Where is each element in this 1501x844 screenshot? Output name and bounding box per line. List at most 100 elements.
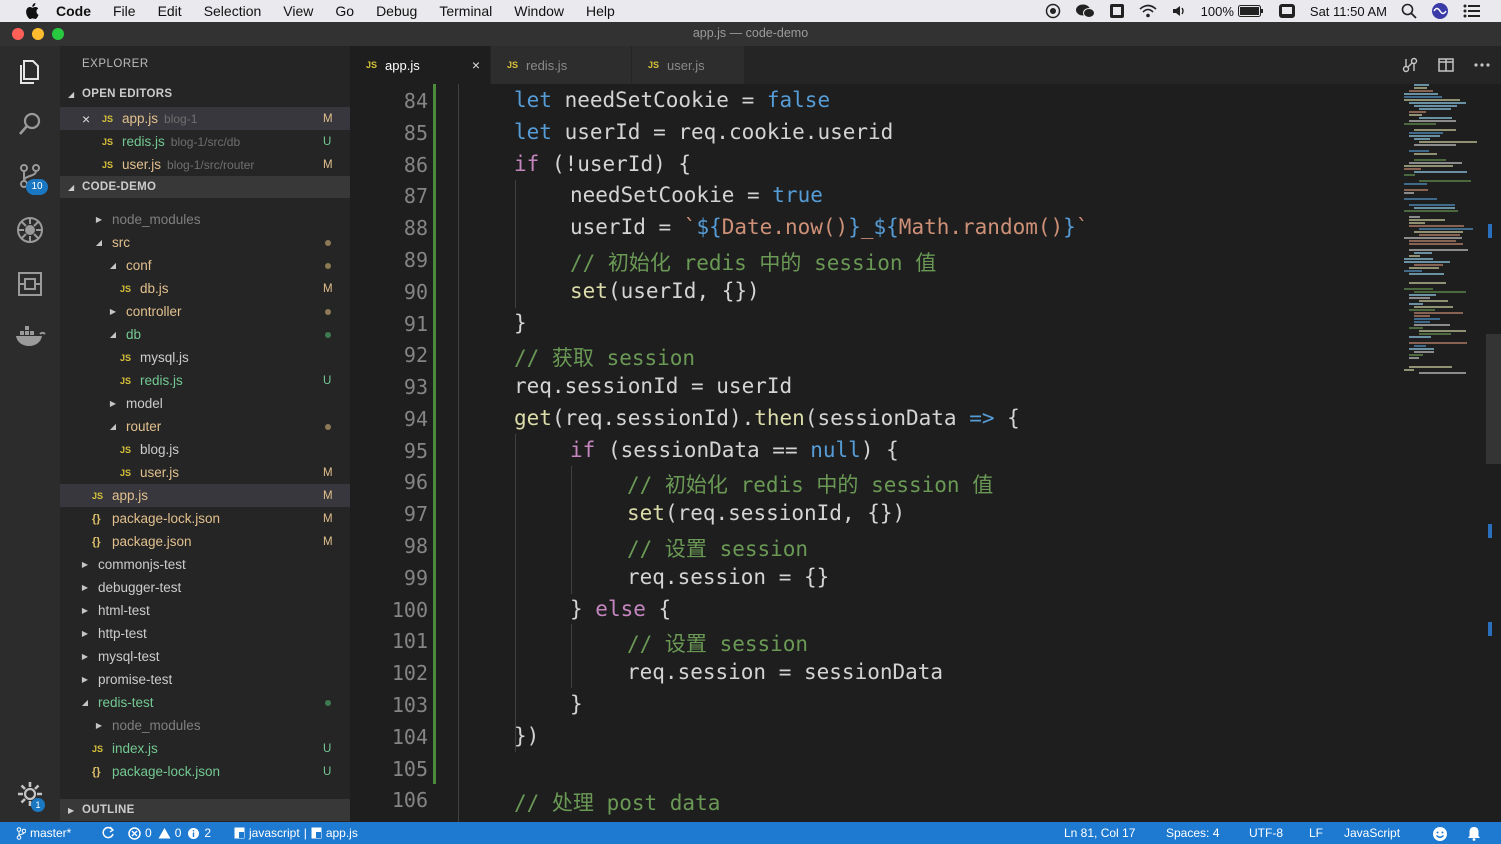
project-label: CODE-DEMO bbox=[82, 181, 157, 193]
tree-folder[interactable]: ◢ redis-test bbox=[60, 691, 350, 714]
language-path-item[interactable]: javascript | app.js bbox=[234, 826, 358, 840]
close-editor-icon[interactable]: × bbox=[82, 111, 102, 127]
tab-user-js[interactable]: JS user.js bbox=[632, 46, 744, 84]
indent-guide bbox=[571, 624, 572, 688]
js-file-icon: JS bbox=[507, 60, 519, 70]
menu-app-name[interactable]: Code bbox=[56, 3, 91, 19]
app-tray-icon[interactable] bbox=[1109, 3, 1125, 19]
tree-file[interactable]: JS db.js M bbox=[60, 277, 350, 300]
tree-folder[interactable]: ▶ http-test bbox=[60, 622, 350, 645]
menu-edit[interactable]: Edit bbox=[158, 3, 182, 19]
more-actions-icon[interactable] bbox=[1473, 56, 1491, 74]
line-number: 96 bbox=[403, 470, 428, 494]
code-line: set(req.sessionId, {}) bbox=[627, 501, 906, 525]
tree-file[interactable]: {} package-lock.json M bbox=[60, 507, 350, 530]
debug-icon[interactable] bbox=[10, 210, 50, 250]
menu-view[interactable]: View bbox=[283, 3, 313, 19]
menu-debug[interactable]: Debug bbox=[376, 3, 417, 19]
tree-file[interactable]: JS app.js M bbox=[60, 484, 350, 507]
feedback-smiley-icon[interactable] bbox=[1432, 826, 1448, 842]
menu-file[interactable]: File bbox=[113, 3, 136, 19]
tree-file[interactable]: JS blog.js bbox=[60, 438, 350, 461]
open-editors-header[interactable]: ◢ OPEN EDITORS bbox=[60, 83, 350, 105]
explorer-icon[interactable] bbox=[10, 52, 50, 92]
language-mode[interactable]: JavaScript bbox=[1344, 826, 1400, 840]
tree-folder[interactable]: ▶ mysql-test bbox=[60, 645, 350, 668]
project-header[interactable]: ◢ CODE-DEMO bbox=[60, 176, 350, 198]
display-icon[interactable] bbox=[1278, 3, 1296, 19]
tree-folder[interactable]: ▶ controller bbox=[60, 300, 350, 323]
notifications-bell-icon[interactable] bbox=[1467, 826, 1481, 841]
js-file-icon: JS bbox=[92, 490, 104, 501]
tree-file[interactable]: JS user.js M bbox=[60, 461, 350, 484]
apple-logo-icon[interactable] bbox=[22, 3, 42, 19]
indentation-setting[interactable]: Spaces: 4 bbox=[1166, 826, 1219, 840]
git-branch-item[interactable]: master* bbox=[16, 826, 71, 840]
menu-terminal[interactable]: Terminal bbox=[439, 3, 492, 19]
tree-folder[interactable]: ▶ node_modules bbox=[60, 208, 350, 231]
menu-window[interactable]: Window bbox=[514, 3, 564, 19]
eol-setting[interactable]: LF bbox=[1309, 826, 1323, 840]
tree-folder[interactable]: ▶ debugger-test bbox=[60, 576, 350, 599]
tab-redis-js[interactable]: JS redis.js bbox=[491, 46, 631, 84]
minimap-line bbox=[1404, 93, 1438, 95]
tree-folder[interactable]: ▶ commonjs-test bbox=[60, 553, 350, 576]
extensions-icon[interactable] bbox=[10, 264, 50, 304]
tree-folder[interactable]: ◢ db bbox=[60, 323, 350, 346]
close-tab-icon[interactable]: × bbox=[472, 57, 480, 73]
menu-go[interactable]: Go bbox=[335, 3, 354, 19]
tree-folder[interactable]: ▶ node_modules bbox=[60, 714, 350, 737]
sync-icon[interactable] bbox=[102, 826, 115, 839]
open-changes-icon[interactable] bbox=[1401, 56, 1419, 74]
minimap-line bbox=[1409, 150, 1429, 152]
split-editor-icon[interactable] bbox=[1437, 56, 1455, 74]
tree-label: src bbox=[112, 235, 130, 250]
tab-app-js[interactable]: JS app.js × bbox=[350, 46, 490, 84]
tree-label: html-test bbox=[98, 603, 150, 618]
minimap-line bbox=[1404, 99, 1460, 101]
chevron-down-icon: ◢ bbox=[68, 182, 75, 192]
minimap-line bbox=[1409, 348, 1434, 350]
open-editor-item[interactable]: JS user.js blog-1/src/router M bbox=[60, 153, 350, 176]
vertical-scrollbar[interactable] bbox=[1486, 334, 1501, 464]
tree-folder[interactable]: ◢ router bbox=[60, 415, 350, 438]
line-number: 93 bbox=[403, 375, 428, 399]
volume-icon[interactable] bbox=[1171, 4, 1187, 18]
menu-selection[interactable]: Selection bbox=[204, 3, 262, 19]
open-editor-item[interactable]: × JS app.js blog-1 M bbox=[60, 107, 350, 130]
minimap-line bbox=[1419, 330, 1466, 332]
siri-icon[interactable] bbox=[1431, 2, 1449, 20]
record-icon[interactable] bbox=[1045, 3, 1061, 19]
chevron-down-icon: ◢ bbox=[109, 261, 117, 270]
outline-header[interactable]: ▶ OUTLINE bbox=[60, 799, 350, 821]
tree-file[interactable]: {} package-lock.json U bbox=[60, 760, 350, 783]
line-number: 101 bbox=[391, 629, 428, 653]
tree-folder[interactable]: ◢ conf bbox=[60, 254, 350, 277]
tree-file[interactable]: JS mysql.js bbox=[60, 346, 350, 369]
menu-help[interactable]: Help bbox=[586, 3, 615, 19]
code-line: // 设置 session bbox=[627, 537, 809, 561]
docker-icon[interactable] bbox=[10, 316, 50, 356]
minimap-line bbox=[1409, 357, 1419, 359]
battery-icon[interactable] bbox=[1237, 5, 1264, 17]
cursor-position[interactable]: Ln 81, Col 17 bbox=[1064, 826, 1135, 840]
minimap[interactable] bbox=[1402, 84, 1486, 384]
tree-file[interactable]: JS index.js U bbox=[60, 737, 350, 760]
tree-folder[interactable]: ▶ model bbox=[60, 392, 350, 415]
spotlight-search-icon[interactable] bbox=[1401, 3, 1417, 19]
tree-file[interactable]: {} package.json M bbox=[60, 530, 350, 553]
wechat-icon[interactable] bbox=[1075, 3, 1095, 19]
tree-folder[interactable]: ▶ promise-test bbox=[60, 668, 350, 691]
tree-folder[interactable]: ▶ html-test bbox=[60, 599, 350, 622]
search-icon[interactable] bbox=[10, 104, 50, 144]
encoding-setting[interactable]: UTF-8 bbox=[1249, 826, 1283, 840]
tree-file[interactable]: JS redis.js U bbox=[60, 369, 350, 392]
line-number: 100 bbox=[391, 598, 428, 622]
menubar-clock[interactable]: Sat 11:50 AM bbox=[1310, 4, 1387, 19]
code-editor[interactable]: 84 85 86 87 88 89 90 91 92 93 94 95 96 9… bbox=[350, 84, 1501, 822]
open-editor-item[interactable]: JS redis.js blog-1/src/db U bbox=[60, 130, 350, 153]
notification-center-icon[interactable] bbox=[1463, 4, 1481, 18]
wifi-icon[interactable] bbox=[1139, 4, 1157, 18]
problems-item[interactable]: 0 0 2 bbox=[128, 826, 211, 840]
tree-folder[interactable]: ◢ src bbox=[60, 231, 350, 254]
